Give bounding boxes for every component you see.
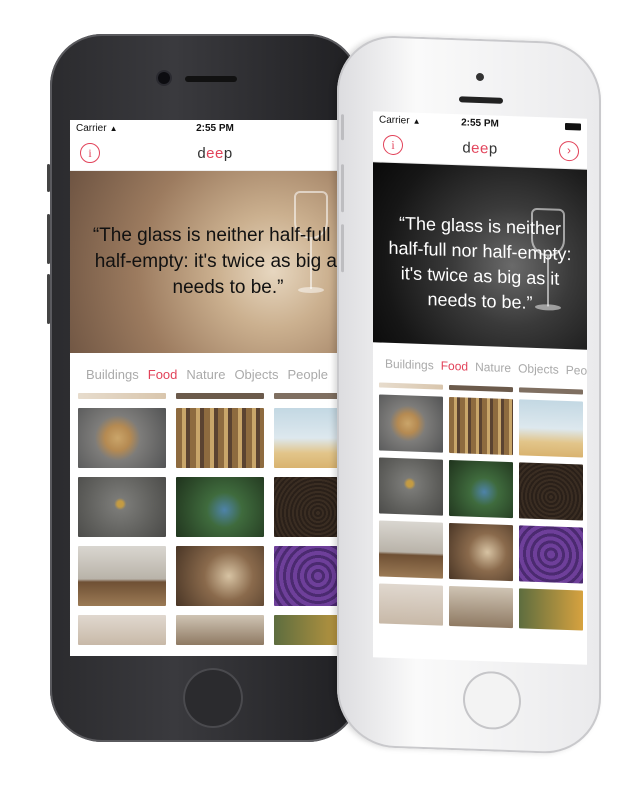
- app-logo: deep: [462, 139, 498, 158]
- photo-jar-of-juice[interactable]: [519, 399, 583, 458]
- photo-marble-with-coin[interactable]: [379, 457, 443, 516]
- photo-pears-on-plate[interactable]: [379, 394, 443, 453]
- tab-food[interactable]: Food: [148, 367, 178, 382]
- home-button[interactable]: [183, 668, 243, 728]
- volume-up-button: [47, 214, 50, 264]
- photo-grocery-shelf[interactable]: [176, 408, 264, 468]
- chevron-right-circle-icon[interactable]: ›: [559, 140, 579, 162]
- tab-people[interactable]: People: [288, 367, 328, 382]
- photo-blueberries[interactable]: [176, 477, 264, 537]
- status-bar: Carrier ▲ 2:55 PM: [70, 120, 360, 138]
- photo-mango[interactable]: [519, 588, 583, 631]
- photo-espresso-glass[interactable]: [78, 546, 166, 606]
- front-camera: [158, 72, 170, 84]
- photo-tile[interactable]: [176, 393, 264, 399]
- photo-marble-with-coin[interactable]: [78, 477, 166, 537]
- photo-wine-glass[interactable]: [449, 522, 513, 582]
- photo-restaurant-window[interactable]: [449, 585, 513, 629]
- front-camera: [476, 72, 484, 82]
- photo-tile[interactable]: [519, 387, 583, 395]
- photo-cafe-table[interactable]: [78, 615, 166, 645]
- quote-hero: “The glass is neither half-full nor half…: [373, 162, 587, 350]
- photo-blueberries[interactable]: [449, 459, 513, 519]
- volume-up-button: [341, 164, 344, 213]
- category-tabs: Buildings Food Nature Objects People: [70, 353, 360, 393]
- photo-pears-on-plate[interactable]: [78, 408, 166, 468]
- battery-icon: [565, 122, 581, 131]
- quote-hero: “The glass is neither half-full nor half…: [70, 171, 360, 353]
- tab-objects[interactable]: Objects: [518, 361, 559, 376]
- photo-tile[interactable]: [379, 382, 443, 390]
- tab-food[interactable]: Food: [441, 359, 468, 374]
- tab-people[interactable]: People: [566, 363, 587, 378]
- photo-espresso-glass[interactable]: [379, 520, 443, 579]
- photo-cafe-table[interactable]: [379, 583, 443, 626]
- volume-down-button: [47, 274, 50, 324]
- earpiece-speaker: [459, 96, 503, 104]
- photo-wine-glass[interactable]: [176, 546, 264, 606]
- nav-bar: i deep ›: [70, 138, 360, 171]
- quote-text: “The glass is neither half-full nor half…: [92, 225, 360, 298]
- tab-nature[interactable]: Nature: [186, 367, 225, 382]
- photo-purple-grapes[interactable]: [519, 525, 583, 584]
- photo-tile[interactable]: [449, 384, 513, 393]
- volume-down-button: [341, 224, 344, 273]
- white-phone: Carrier ▲ 2:55 PM i deep › “The glass is …: [337, 34, 601, 756]
- tab-buildings[interactable]: Buildings: [385, 357, 434, 373]
- tab-nature[interactable]: Nature: [475, 360, 511, 375]
- clock: 2:55 PM: [196, 123, 234, 134]
- dark-phone: Carrier▲ 2:55 PM i deep › “The glass is …: [47, 34, 360, 742]
- quote-text: “The glass is neither half-full nor half…: [388, 213, 572, 313]
- app-screen: Carrier▲ 2:55 PM i deep › “The glass is …: [70, 120, 360, 656]
- earpiece-speaker: [185, 76, 237, 82]
- tab-buildings[interactable]: Buildings: [86, 367, 139, 382]
- photo-grocery-shelf[interactable]: [449, 396, 513, 456]
- app-screen: Carrier▲ 2:55 PM i deep › “The glass is …: [373, 111, 587, 665]
- photo-coffee-beans[interactable]: [519, 462, 583, 521]
- photo-tile[interactable]: [78, 393, 166, 399]
- tab-objects[interactable]: Objects: [234, 367, 278, 382]
- home-button[interactable]: [463, 670, 521, 731]
- photo-restaurant-window[interactable]: [176, 615, 264, 645]
- app-logo: deep: [197, 145, 233, 162]
- mute-switch: [47, 164, 50, 192]
- mute-switch: [341, 114, 344, 141]
